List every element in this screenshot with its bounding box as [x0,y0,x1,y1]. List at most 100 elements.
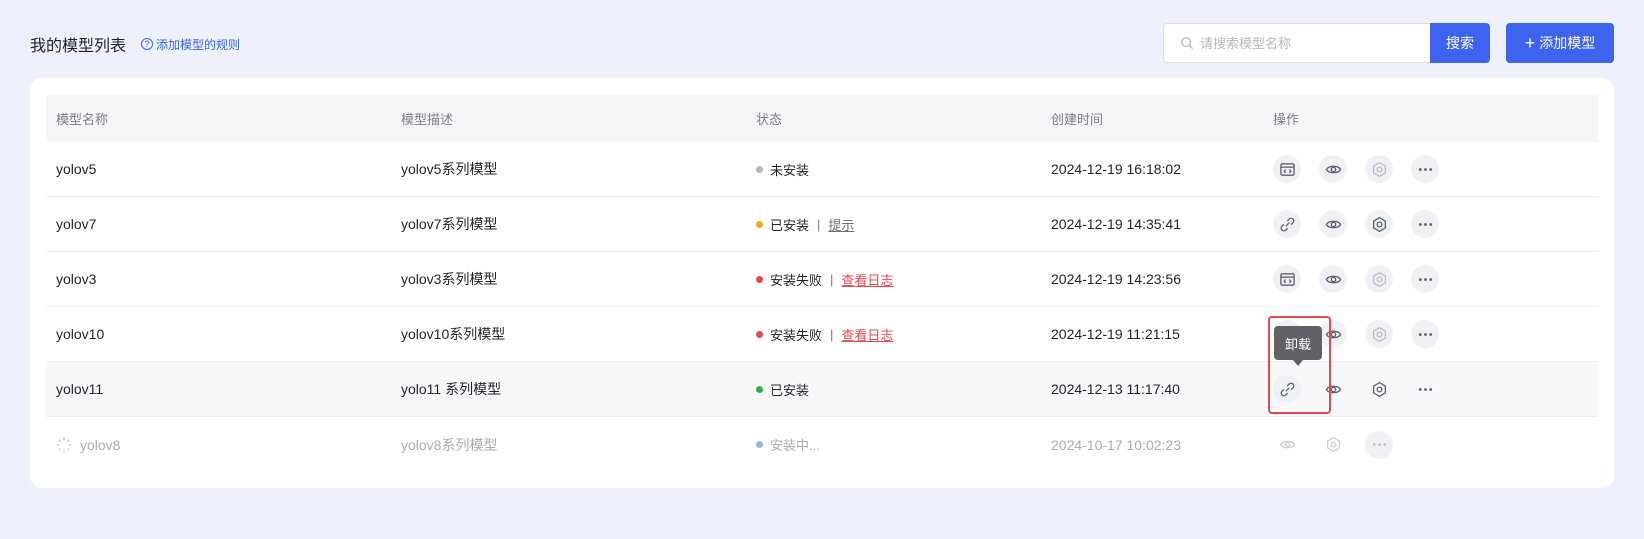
more-button[interactable] [1411,320,1439,348]
add-model-label: 添加模型 [1539,35,1596,51]
status-text: 未安装 [770,162,810,178]
view-button[interactable] [1319,265,1347,293]
gear-icon [1372,381,1386,397]
view-button[interactable] [1319,155,1347,183]
add-model-button[interactable]: + 添加模型 [1506,23,1614,63]
more-button[interactable] [1365,430,1393,459]
eye-icon [1325,275,1341,283]
separator: | [830,271,834,287]
row-actions [1273,155,1598,183]
unlink-icon [1280,382,1294,396]
settings-button[interactable] [1365,155,1393,183]
eye-icon [1325,385,1341,393]
page-title: 我的模型列表 [30,38,127,55]
add-model-rules-link[interactable]: ? 添加模型的规则 [141,36,240,53]
view-button[interactable] [1319,375,1347,403]
row-actions [1273,430,1598,459]
model-desc: yolov3系列模型 [401,271,498,287]
more-dots-icon [1418,167,1432,171]
created-time: 2024-12-19 14:35:41 [1051,216,1181,232]
model-status: 已安装 [756,380,1051,399]
status-dot [756,220,763,228]
more-dots-icon [1418,332,1432,336]
model-desc: yolov10系列模型 [401,326,506,342]
code-window-icon [1279,162,1295,176]
model-name: yolov10 [56,326,105,342]
model-status: 已安装 | 提示 [756,215,1051,234]
status-text: 安装中... [770,438,820,453]
model-table: 模型名称 模型描述 状态 创建时间 操作 yolov5 yolov5系列模型 未… [46,95,1598,472]
gear-icon [1372,216,1386,232]
gear-icon [1372,271,1386,287]
loading-spinner-icon [56,437,72,452]
model-name: yolov5 [56,161,97,177]
search-box [1163,23,1431,63]
eye-icon [1325,165,1341,173]
model-status: 安装失败 | 查看日志 [756,270,1051,289]
column-header-desc: 模型描述 [401,112,454,127]
column-header-actions: 操作 [1273,112,1300,127]
table-header: 模型名称 模型描述 状态 创建时间 操作 [46,95,1598,142]
status-dot [756,275,763,283]
created-time: 2024-12-19 11:21:15 [1051,326,1180,342]
table-row: yolov7 yolov7系列模型 已安装 | 提示 2024-12-19 14… [46,197,1598,252]
more-button[interactable] [1411,375,1439,403]
status-text: 已安装 [770,217,810,233]
more-button[interactable] [1411,155,1439,183]
search-icon [1181,37,1194,50]
settings-button[interactable] [1365,210,1393,238]
created-time: 2024-12-13 11:17:40 [1051,381,1180,397]
view-log-link[interactable]: 查看日志 [841,270,893,289]
status-dot [756,441,763,448]
search-button[interactable]: 搜索 [1430,23,1490,63]
column-header-name: 模型名称 [56,112,109,127]
search-input[interactable] [1200,35,1420,51]
more-dots-icon [1418,277,1432,281]
settings-button[interactable] [1365,375,1393,403]
hint-link[interactable]: 提示 [828,215,854,234]
settings-button [1319,431,1347,459]
model-name: yolov11 [56,381,104,397]
model-desc: yolov7系列模型 [401,216,498,232]
install-button[interactable] [1273,155,1301,183]
uninstall-button[interactable] [1273,210,1301,238]
status-text: 已安装 [770,382,810,398]
status-text: 安装失败 [770,327,823,343]
uninstall-button[interactable] [1273,375,1301,403]
created-time: 2024-10-17 10:02:23 [1051,436,1181,453]
more-dots-icon [1418,387,1432,391]
model-status: 安装失败 | 查看日志 [756,325,1051,344]
table-row: yolov3 yolov3系列模型 安装失败 | 查看日志 2024-12-19… [46,252,1598,307]
eye-icon [1325,330,1341,338]
status-text: 安装失败 [770,272,823,288]
model-status: 未安装 [756,160,1051,179]
model-name-cell: yolov8 [46,437,401,453]
view-button[interactable] [1319,210,1347,238]
more-dots-icon [1372,443,1386,446]
column-header-status: 状态 [756,112,783,127]
status-dot [756,385,763,393]
view-button[interactable] [1319,320,1347,348]
install-button[interactable] [1273,265,1301,293]
code-window-icon [1279,272,1295,286]
row-actions [1273,210,1598,238]
eye-icon [1325,220,1341,228]
table-row: yolov11 yolo11 系列模型 已安装 2024-12-13 11:17… [46,362,1598,417]
row-actions [1273,265,1598,293]
row-actions [1273,375,1598,403]
model-desc: yolov5系列模型 [401,161,498,177]
gear-icon [1326,436,1340,453]
created-time: 2024-12-19 14:23:56 [1051,271,1181,287]
separator: | [817,216,821,232]
table-row: yolov8 yolov8系列模型 安装中... 2024-10-17 10:0… [46,417,1598,472]
view-log-link[interactable]: 查看日志 [841,325,893,344]
gear-icon [1372,161,1386,177]
uninstall-tooltip: 卸载 [1274,326,1322,366]
settings-button[interactable] [1365,320,1393,348]
plus-icon: + [1524,33,1536,53]
more-button[interactable] [1411,265,1439,293]
eye-icon [1279,440,1295,449]
unlink-icon [1280,217,1294,231]
more-button[interactable] [1411,210,1439,238]
settings-button[interactable] [1365,265,1393,293]
